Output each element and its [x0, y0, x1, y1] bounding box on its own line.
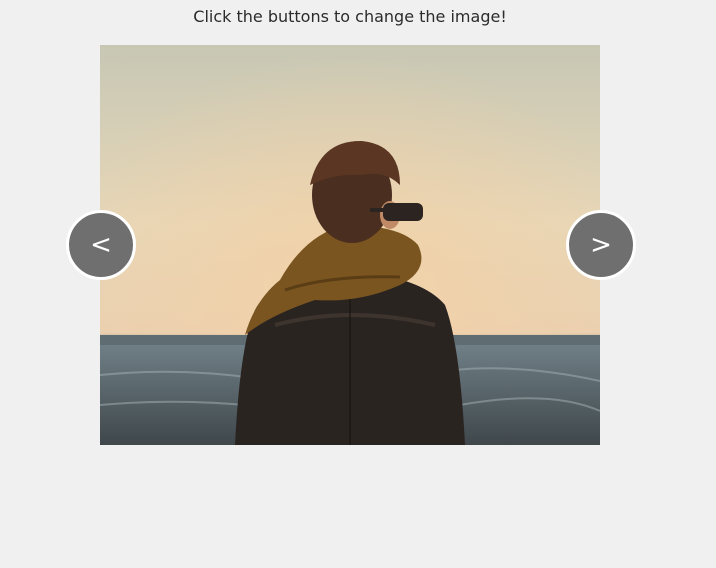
- previous-button[interactable]: <: [66, 210, 136, 280]
- instruction-text: Click the buttons to change the image!: [193, 7, 507, 26]
- page: Click the buttons to change the image! <…: [0, 0, 716, 568]
- next-button[interactable]: >: [566, 210, 636, 280]
- image-slider: [100, 45, 600, 445]
- slide-image: [100, 45, 600, 445]
